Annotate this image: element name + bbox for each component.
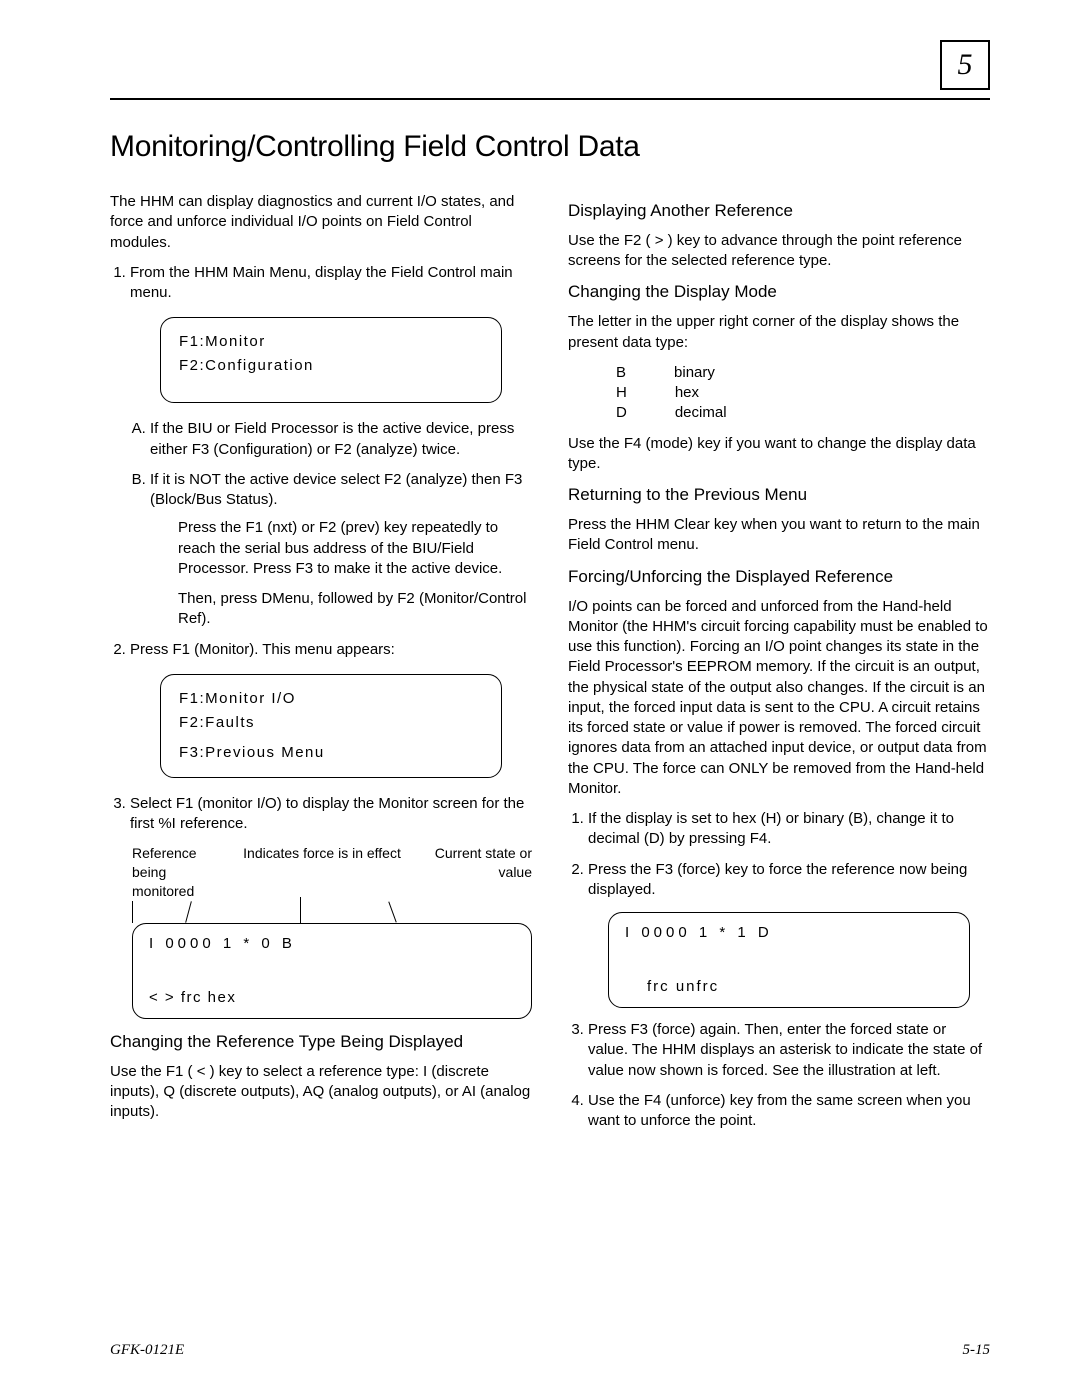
main-steps: From the HHM Main Menu, display the Fiel…: [110, 263, 532, 835]
force-step-2: Press the F3 (force) key to force the re…: [588, 860, 990, 1009]
lcd-monitor-row1: I 0000 1 * 0 B: [149, 934, 515, 954]
chapter-number: 5: [958, 48, 973, 82]
substeps-alpha: If the BIU or Field Processor is the act…: [130, 419, 532, 629]
return-body: Press the HHM Clear key when you want to…: [568, 515, 990, 556]
lcd-force-screen: I 0000 1 * 1 D frc unfrc: [608, 912, 970, 1008]
step-1-text: From the HHM Main Menu, display the Fiel…: [130, 264, 513, 301]
heading-return: Returning to the Previous Menu: [568, 484, 990, 507]
mode-val: hex: [675, 383, 699, 403]
intro-paragraph: The HHM can display diagnostics and curr…: [110, 192, 532, 253]
lcd-line: F3:Previous Menu: [179, 741, 483, 765]
mode-key: H: [616, 383, 627, 403]
lcd-monitor-screen: I 0000 1 * 0 B < > frc hex: [132, 923, 532, 1019]
force-body: I/O points can be forced and unforced fr…: [568, 597, 990, 800]
heading-force: Forcing/Unforcing the Displayed Referenc…: [568, 566, 990, 589]
substep-b-p1: Press the F1 (nxt) or F2 (prev) key repe…: [178, 518, 532, 579]
mode-table: Bbinary Hhex Ddecimal: [616, 363, 990, 424]
left-column: The HHM can display diagnostics and curr…: [110, 192, 532, 1141]
page-title: Monitoring/Controlling Field Control Dat…: [110, 130, 990, 164]
substep-b-p2: Then, press DMenu, followed by F2 (Monit…: [178, 589, 532, 630]
chapter-number-box: 5: [940, 40, 990, 90]
step-1: From the HHM Main Menu, display the Fiel…: [130, 263, 532, 630]
mode-body2: Use the F4 (mode) key if you want to cha…: [568, 434, 990, 475]
diagram-pointer-lines: [132, 907, 532, 925]
heading-another-reference: Displaying Another Reference: [568, 200, 990, 223]
two-column-layout: The HHM can display diagnostics and curr…: [110, 192, 990, 1141]
mode-val: decimal: [675, 403, 727, 423]
lcd-line: F1:Monitor I/O: [179, 687, 483, 711]
mode-intro: The letter in the upper right corner of …: [568, 312, 990, 353]
diag-label-current: Current state or value: [432, 844, 532, 901]
mode-val: binary: [674, 363, 715, 383]
footer-doc-id: GFK-0121E: [110, 1342, 184, 1359]
force-step-2-text: Press the F3 (force) key to force the re…: [588, 861, 967, 898]
lcd-monitor-menu: F1:Monitor I/O F2:Faults F3:Previous Men…: [160, 674, 502, 778]
mode-key: B: [616, 363, 626, 383]
force-step-3: Press F3 (force) again. Then, enter the …: [588, 1020, 990, 1081]
diag-label-force: Indicates force is in effect: [212, 844, 432, 901]
lcd-line: F2:Faults: [179, 711, 483, 735]
heading-changing-type: Changing the Reference Type Being Displa…: [110, 1031, 532, 1054]
lcd-line: F1:Monitor: [179, 330, 483, 354]
lcd-main-menu: F1:Monitor F2:Configuration: [160, 317, 502, 403]
monitor-diagram: Reference being monitored Indicates forc…: [132, 844, 532, 1019]
lcd-line: F2:Configuration: [179, 354, 483, 378]
step-3: Select F1 (monitor I/O) to display the M…: [130, 794, 532, 835]
substep-a: If the BIU or Field Processor is the act…: [150, 419, 532, 460]
lcd-force-row2: frc unfrc: [625, 977, 953, 997]
diag-label-reference: Reference being monitored: [132, 844, 212, 901]
substep-b-text: If it is NOT the active device select F2…: [150, 471, 522, 508]
page-footer: GFK-0121E 5-15: [110, 1342, 990, 1359]
lcd-monitor-row2: < > frc hex: [149, 988, 515, 1008]
heading-display-mode: Changing the Display Mode: [568, 281, 990, 304]
force-steps: If the display is set to hex (H) or bina…: [568, 809, 990, 1131]
changing-type-body: Use the F1 ( < ) key to select a referen…: [110, 1062, 532, 1123]
step-2: Press F1 (Monitor). This menu appears: F…: [130, 640, 532, 778]
force-step-4: Use the F4 (unforce) key from the same s…: [588, 1091, 990, 1132]
top-rule: [110, 98, 990, 100]
lcd-force-row1: I 0000 1 * 1 D: [625, 923, 953, 943]
footer-page-number: 5-15: [963, 1342, 991, 1359]
mode-key: D: [616, 403, 627, 423]
step-2-text: Press F1 (Monitor). This menu appears:: [130, 641, 395, 658]
another-body: Use the F2 ( > ) key to advance through …: [568, 231, 990, 272]
step-3-text: Select F1 (monitor I/O) to display the M…: [130, 795, 524, 832]
substep-b: If it is NOT the active device select F2…: [150, 470, 532, 630]
force-step-1: If the display is set to hex (H) or bina…: [588, 809, 990, 850]
right-column: Displaying Another Reference Use the F2 …: [568, 192, 990, 1141]
